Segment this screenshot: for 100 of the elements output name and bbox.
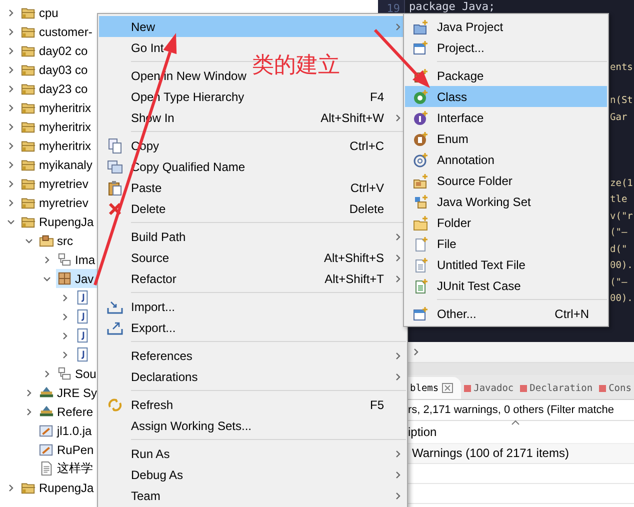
submenu-chevron-icon[interactable] — [394, 352, 402, 360]
menu-item[interactable]: New — [99, 16, 406, 37]
tree-item[interactable]: day02 co — [0, 41, 97, 60]
new-source-folder-icon — [413, 172, 429, 188]
menu-item[interactable]: Other... Ctrl+N — [405, 303, 607, 324]
menu-item[interactable]: Source Folder — [405, 170, 607, 191]
tree-item[interactable]: Sou — [0, 364, 97, 383]
menu-item[interactable]: Delete Delete — [99, 198, 406, 219]
menu-item[interactable]: JUnit Test Case — [405, 275, 607, 296]
chevron-icon[interactable] — [25, 388, 33, 396]
chevron-icon[interactable] — [43, 256, 51, 264]
chevron-icon[interactable] — [7, 180, 15, 188]
scroll-left-icon[interactable] — [412, 348, 420, 356]
tree-item[interactable]: cpu — [0, 3, 97, 22]
submenu-chevron-icon[interactable] — [394, 22, 402, 30]
java-file-icon — [75, 290, 90, 305]
menu-item[interactable]: File — [405, 233, 607, 254]
new-enum-icon — [413, 130, 429, 146]
menu-item[interactable]: Java Working Set — [405, 191, 607, 212]
chevron-icon[interactable] — [7, 46, 15, 54]
chevron-icon[interactable] — [7, 28, 15, 36]
tree-item[interactable]: myretriev — [0, 193, 97, 212]
view-icon — [520, 384, 527, 392]
menu-item[interactable]: Team — [99, 485, 406, 506]
tree-item[interactable]: 这样学 — [0, 459, 97, 478]
tree-item[interactable]: myikanaly — [0, 155, 97, 174]
submenu-chevron-icon[interactable] — [394, 492, 402, 500]
submenu-chevron-icon[interactable] — [394, 274, 402, 282]
new-window-icon — [413, 40, 429, 56]
tree-item[interactable]: myheritrix — [0, 98, 97, 117]
chevron-icon[interactable] — [61, 312, 69, 320]
package-icon — [57, 271, 72, 286]
chevron-icon[interactable] — [7, 484, 15, 492]
submenu-chevron-icon[interactable] — [394, 470, 402, 478]
tree-item[interactable]: Ima — [0, 250, 97, 269]
menu-item[interactable]: Untitled Text File — [405, 254, 607, 275]
menu-item[interactable]: Debug As — [99, 464, 406, 485]
submenu-chevron-icon[interactable] — [394, 372, 402, 380]
panel-tab[interactable]: Cons — [596, 377, 634, 399]
tree-item[interactable]: RuPen — [0, 440, 97, 459]
chevron-icon[interactable] — [7, 8, 15, 16]
tree-item[interactable]: RupengJa — [0, 212, 97, 231]
text-file-icon — [39, 461, 54, 476]
tree-item[interactable]: day03 co — [0, 60, 97, 79]
new-class-icon — [413, 88, 429, 104]
submenu-chevron-icon[interactable] — [394, 450, 402, 458]
menu-item[interactable]: Export... — [99, 317, 406, 338]
close-icon[interactable] — [442, 383, 453, 393]
menu-item[interactable]: Project... — [405, 37, 607, 58]
submenu-chevron-icon[interactable] — [394, 232, 402, 240]
menu-item[interactable]: Interface — [405, 107, 607, 128]
tree-item[interactable]: jl1.0.ja — [0, 421, 97, 440]
chevron-icon[interactable] — [7, 160, 15, 168]
chevron-icon[interactable] — [25, 408, 33, 416]
source-folder-icon — [39, 233, 54, 248]
tree-item[interactable]: day23 co — [0, 79, 97, 98]
new-working-set-icon — [413, 194, 429, 210]
menu-item[interactable]: Source Alt+Shift+S — [99, 247, 406, 268]
package-tree-icon — [57, 366, 72, 381]
panel-tab[interactable]: Javadoc — [460, 377, 517, 399]
menu-item[interactable]: Refactor Alt+Shift+T — [99, 268, 406, 289]
tree-item[interactable]: JRE Sy — [0, 383, 97, 402]
chevron-icon[interactable] — [7, 218, 15, 226]
chevron-icon[interactable] — [7, 142, 15, 150]
tree-item[interactable]: myretriev — [0, 174, 97, 193]
menu-item[interactable]: References — [99, 345, 406, 366]
menu-item[interactable]: Enum — [405, 128, 607, 149]
sort-icon — [511, 420, 520, 425]
chevron-icon[interactable] — [7, 104, 15, 112]
chevron-icon[interactable] — [61, 294, 69, 302]
chevron-icon[interactable] — [43, 370, 51, 378]
menu-item[interactable]: Java Project — [405, 16, 607, 37]
chevron-icon[interactable] — [7, 84, 15, 92]
menu-item[interactable]: Folder — [405, 212, 607, 233]
menu-item[interactable]: Paste Ctrl+V — [99, 177, 406, 198]
code-line: ("— — [610, 227, 628, 240]
menu-item[interactable]: Class — [405, 86, 607, 107]
chevron-icon[interactable] — [7, 122, 15, 130]
chevron-icon[interactable] — [43, 274, 51, 282]
tree-item[interactable]: RupengJa — [0, 478, 97, 497]
chevron-icon[interactable] — [7, 66, 15, 74]
menu-item[interactable]: Import... — [99, 296, 406, 317]
copy-name-icon — [107, 158, 123, 174]
chevron-icon[interactable] — [25, 236, 33, 244]
tree-item[interactable]: src — [0, 231, 97, 250]
tree-item[interactable]: customer- — [0, 22, 97, 41]
tree-item[interactable]: myheritrix — [0, 117, 97, 136]
chevron-icon[interactable] — [61, 350, 69, 358]
menu-item[interactable]: Annotation — [405, 149, 607, 170]
menu-item[interactable]: Build Path — [99, 226, 406, 247]
chevron-icon[interactable] — [61, 332, 69, 340]
chevron-icon[interactable] — [7, 198, 15, 206]
annotation-text: 类的建立 — [252, 51, 340, 79]
submenu-chevron-icon[interactable] — [394, 254, 402, 262]
submenu-chevron-icon[interactable] — [394, 114, 402, 122]
panel-tab[interactable]: Declaration — [516, 377, 596, 399]
tree-item[interactable]: myheritrix — [0, 136, 97, 155]
new-project-icon — [413, 18, 429, 34]
clipboard-icon — [107, 180, 123, 196]
tree-item[interactable]: Refere — [0, 402, 97, 421]
